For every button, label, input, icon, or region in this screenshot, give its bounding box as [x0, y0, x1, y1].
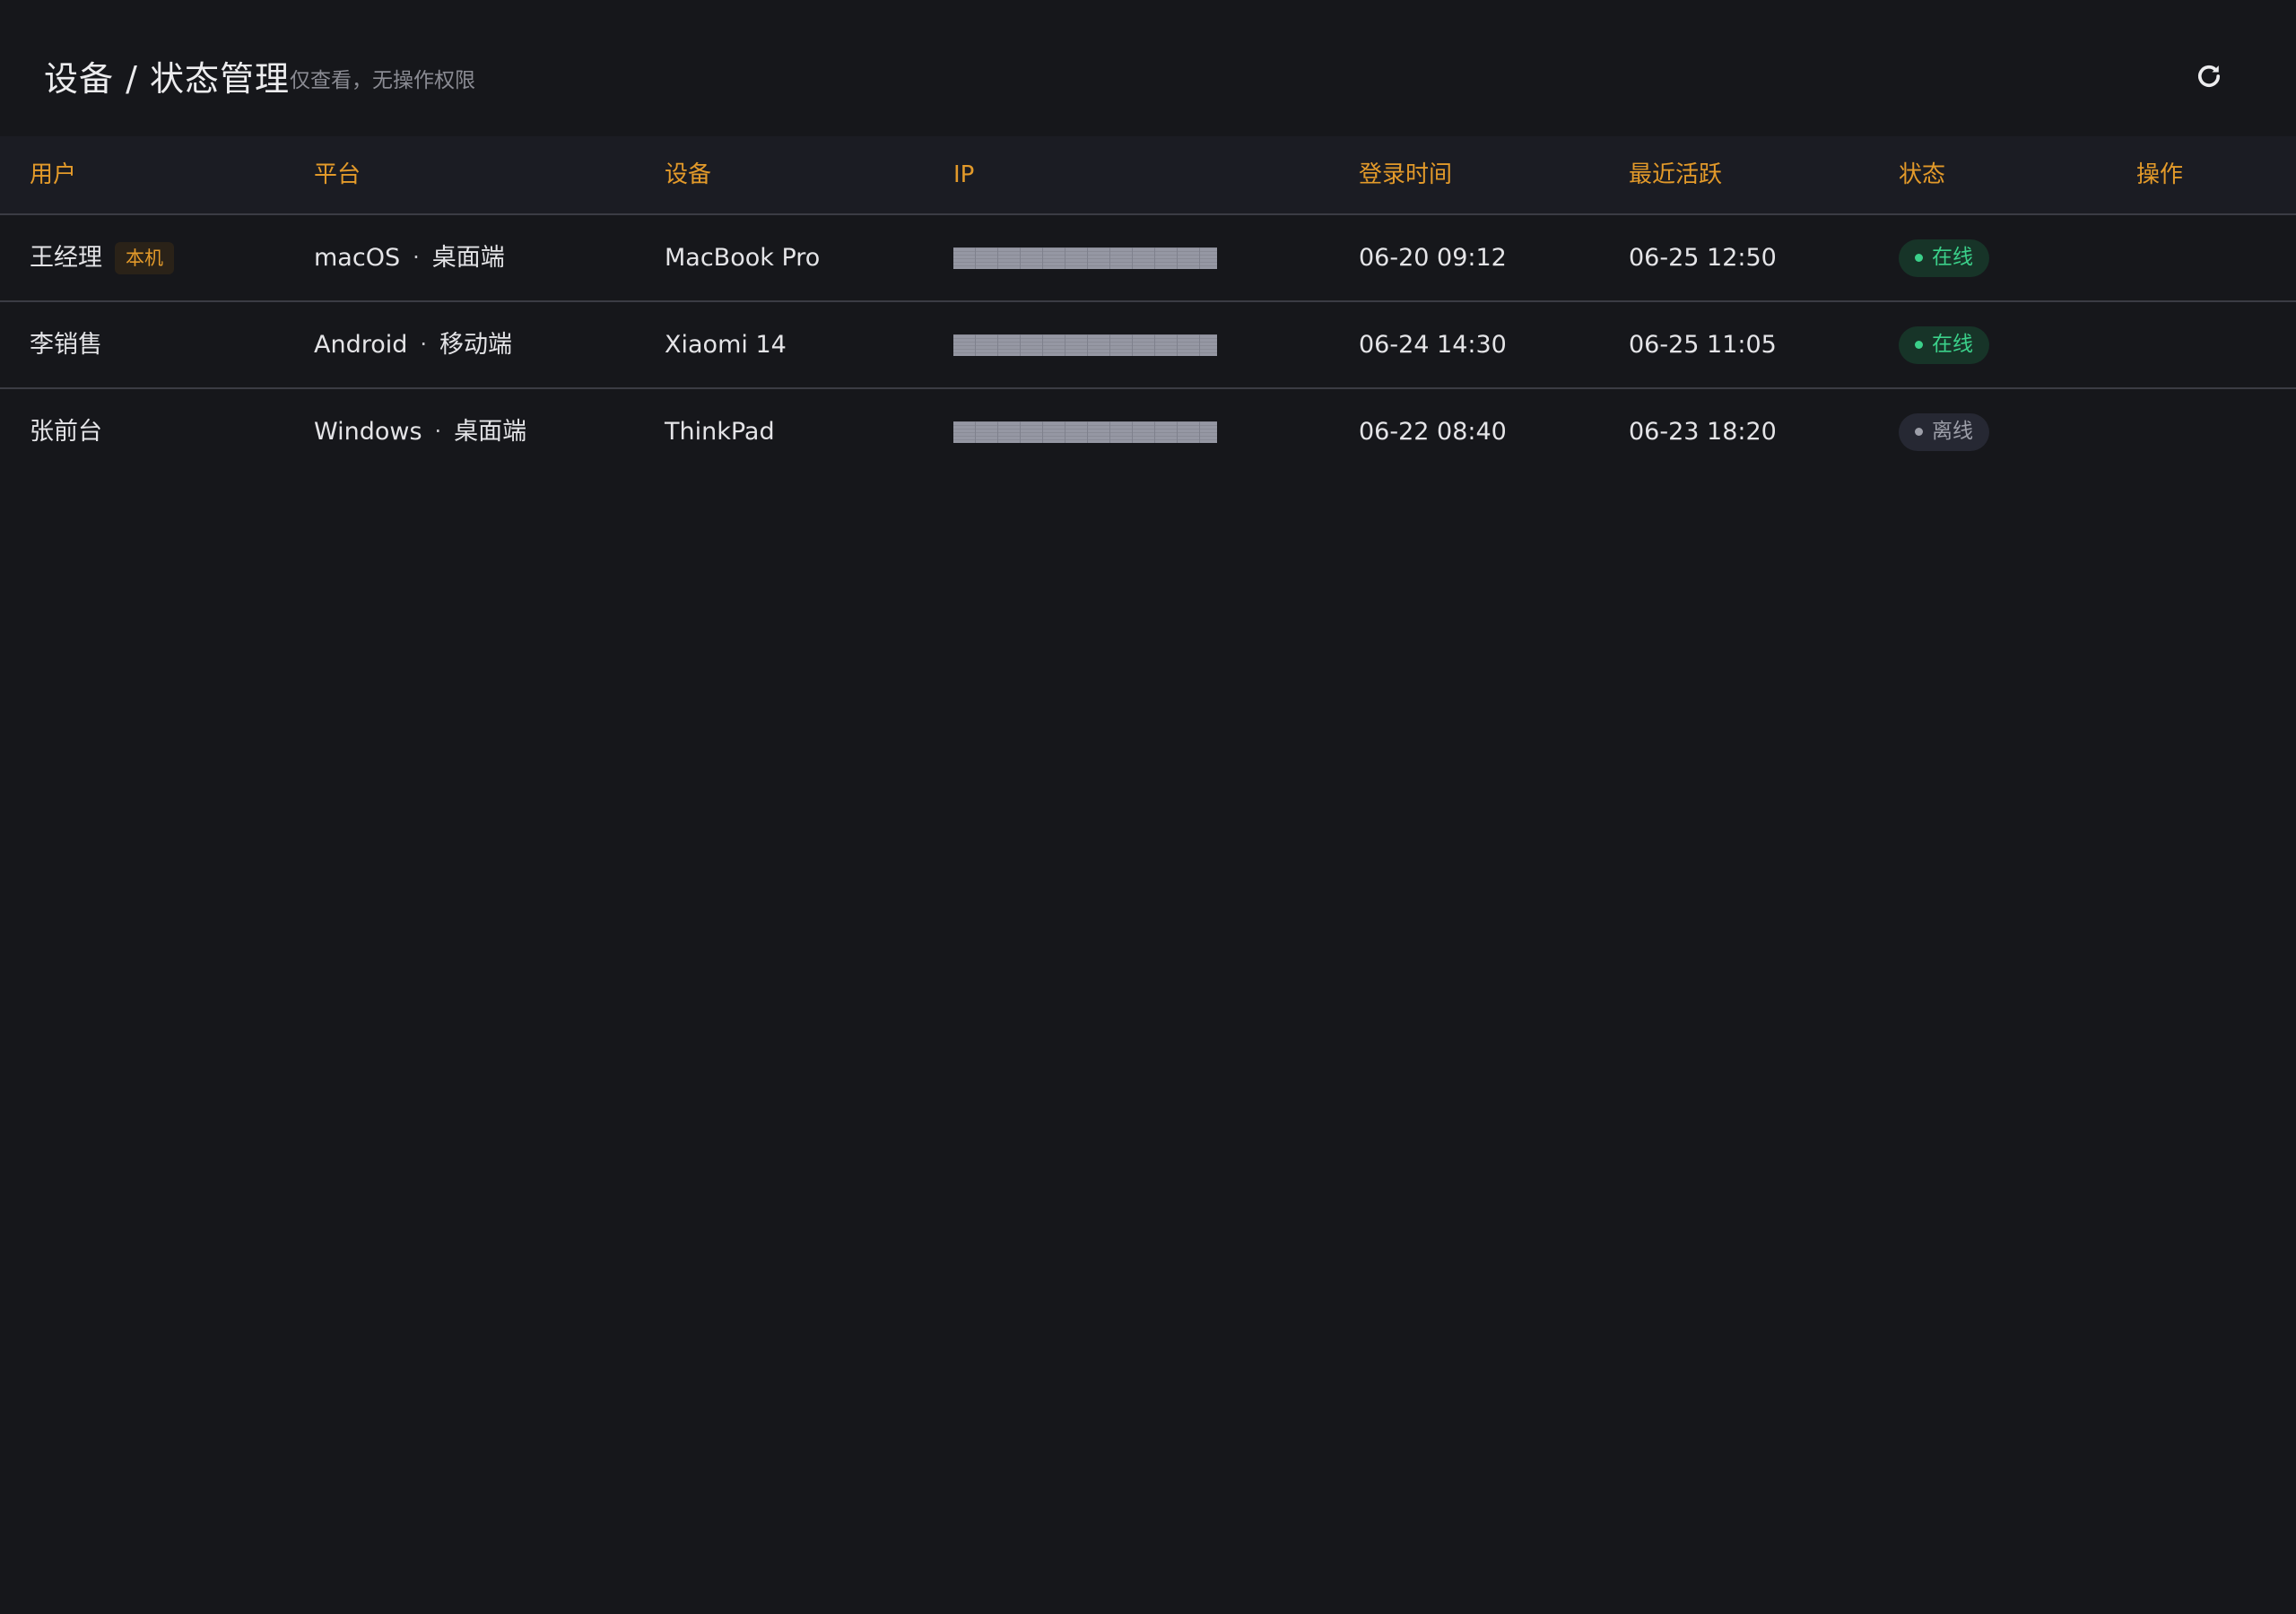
- status-badge: 在线: [1899, 239, 1989, 277]
- column-header-last-active: 最近活跃: [1629, 161, 1723, 188]
- last-active-cell: 06-25 12:50: [1629, 244, 1777, 272]
- ip-redacted: [953, 247, 1217, 269]
- ip-redacted: [953, 421, 1217, 443]
- status-label: 在线: [1932, 333, 1973, 356]
- column-header-ip: IP: [953, 161, 975, 188]
- device-cell: MacBook Pro: [665, 244, 821, 272]
- user-name: 李销售: [30, 331, 102, 359]
- platform-client: 移动端: [439, 331, 513, 359]
- status-label: 离线: [1932, 420, 1973, 443]
- login-time-cell: 06-22 08:40: [1359, 418, 1507, 446]
- platform-separator: ·: [420, 332, 428, 357]
- platform-cell: Android · 移动端: [314, 302, 512, 387]
- status-dot-icon: [1915, 254, 1923, 262]
- platform-separator: ·: [413, 245, 420, 270]
- user-cell: 李销售: [30, 302, 102, 387]
- column-header-action: 操作: [2136, 161, 2184, 188]
- column-header-login-time: 登录时间: [1359, 161, 1453, 188]
- platform-cell: macOS · 桌面端: [314, 215, 505, 300]
- login-time-cell: 06-20 09:12: [1359, 244, 1507, 272]
- last-active-cell: 06-25 11:05: [1629, 331, 1777, 359]
- platform-os: macOS: [314, 244, 401, 272]
- ip-cell: [953, 302, 1217, 387]
- refresh-button[interactable]: [2188, 56, 2230, 97]
- column-header-platform: 平台: [314, 161, 361, 188]
- platform-client: 桌面端: [454, 418, 527, 446]
- ip-cell: [953, 215, 1217, 300]
- status-cell: 在线: [1899, 302, 1989, 387]
- table-header: 用户 平台 设备 IP 登录时间 最近活跃 状态 操作: [0, 136, 2296, 215]
- platform-client: 桌面端: [431, 244, 505, 272]
- status-badge: 离线: [1899, 412, 1989, 451]
- platform-separator: ·: [434, 419, 442, 444]
- page-header: 设备 / 状态管理 仅查看，无操作权限: [0, 0, 2296, 136]
- local-device-badge: 本机: [115, 241, 174, 274]
- ip-cell: [953, 389, 1217, 474]
- status-cell: 离线: [1899, 389, 1989, 474]
- table-row: 王经理 本机 macOS · 桌面端 MacBook Pro 06-20 09:…: [0, 215, 2296, 302]
- device-table: 用户 平台 设备 IP 登录时间 最近活跃 状态 操作 王经理 本机 macOS…: [0, 136, 2296, 474]
- device-cell: Xiaomi 14: [665, 331, 787, 359]
- device-cell: ThinkPad: [665, 418, 775, 446]
- status-badge: 在线: [1899, 325, 1989, 364]
- table-row: 李销售 Android · 移动端 Xiaomi 14 06-24 14:30 …: [0, 302, 2296, 389]
- column-header-device: 设备: [665, 161, 712, 188]
- user-cell: 张前台: [30, 389, 102, 474]
- user-name: 王经理: [30, 244, 102, 272]
- column-header-status: 状态: [1899, 161, 1946, 188]
- device-status-page: 设备 / 状态管理 仅查看，无操作权限 用户 平台 设备 IP 登录时间 最近活…: [0, 0, 2296, 1614]
- user-cell: 王经理 本机: [30, 215, 174, 300]
- platform-os: Windows: [314, 418, 422, 446]
- ip-redacted: [953, 334, 1217, 356]
- platform-os: Android: [314, 331, 408, 359]
- last-active-cell: 06-23 18:20: [1629, 418, 1777, 446]
- status-cell: 在线: [1899, 215, 1989, 300]
- status-dot-icon: [1915, 428, 1923, 436]
- status-label: 在线: [1932, 246, 1973, 269]
- page-subtitle: 仅查看，无操作权限: [290, 69, 475, 92]
- platform-cell: Windows · 桌面端: [314, 389, 526, 474]
- user-name: 张前台: [30, 418, 102, 446]
- page-title: 设备 / 状态管理: [44, 59, 290, 99]
- login-time-cell: 06-24 14:30: [1359, 331, 1507, 359]
- refresh-icon: [2198, 65, 2221, 87]
- column-header-user: 用户: [30, 161, 77, 188]
- table-row: 张前台 Windows · 桌面端 ThinkPad 06-22 08:40 0…: [0, 389, 2296, 474]
- status-dot-icon: [1915, 341, 1923, 349]
